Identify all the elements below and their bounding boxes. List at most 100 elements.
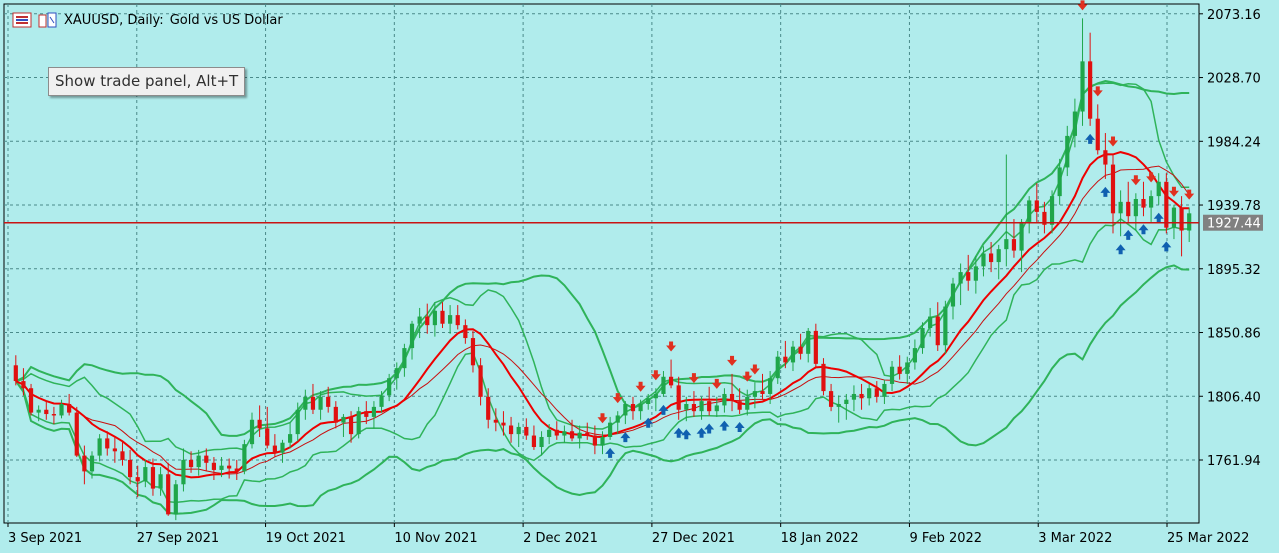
candle-body [242,444,247,472]
candle-body [120,451,125,460]
candle-body [638,404,643,412]
y-tick-label: 1984.24 [1207,135,1261,150]
candle-body [790,346,796,363]
y-tick-label: 2073.16 [1207,8,1261,23]
candle-body [905,362,910,374]
candle-body [1019,221,1024,251]
candle-body [478,365,483,397]
candle-body [425,316,430,326]
candle-body [768,378,773,394]
candle-body [828,391,834,407]
candle-body [28,388,34,413]
candle-body [867,388,872,399]
candle-body [112,448,117,452]
candle-body [920,328,925,349]
candle-body [1103,150,1108,165]
candle-body [707,401,712,412]
candle-body [676,385,681,410]
candle-body [318,396,323,410]
y-tick-label: 1850.86 [1207,327,1261,342]
candle-body [806,330,811,354]
candle-body [996,249,1001,263]
candle-body [387,378,392,396]
candle-body [364,411,369,417]
x-tick-label: 27 Dec 2021 [652,531,735,546]
candle-body [211,462,217,470]
candle-body [135,477,140,482]
candle-body [859,393,864,399]
candle-body [630,404,636,412]
candle-body [646,398,651,405]
candle-body [288,434,293,443]
candle-body [196,455,201,468]
candle-body [821,363,826,392]
candle-body [1004,239,1009,250]
candle-body [257,419,262,429]
menu-list-icon[interactable] [12,12,32,28]
candle-body [74,412,79,456]
candle-body [798,346,803,354]
candle-body [173,484,178,515]
candle-body [44,409,49,415]
y-tick-label: 1939.78 [1207,199,1261,214]
candle-body [1072,111,1077,136]
candle-body [51,414,57,416]
candle-body [379,395,384,407]
x-tick-label: 10 Nov 2021 [394,531,477,546]
candle-body [661,376,666,394]
candle-body [912,348,917,363]
candle-body [775,356,780,379]
candle-body [531,435,537,448]
candle-body [836,404,841,407]
y-tick-label: 1761.94 [1207,454,1261,469]
x-tick-label: 3 Sep 2021 [8,531,82,546]
candle-body [653,393,658,399]
candle-body [714,405,719,412]
candle-body [493,419,498,423]
chart-window-icon[interactable] [38,12,58,28]
candle-body [585,432,590,436]
candle-body [1095,118,1100,151]
candle-body [1156,181,1161,197]
candle-body [333,406,338,423]
candle-body [600,436,605,446]
candle-body [973,266,978,281]
candle-body [303,396,308,410]
candle-body [417,316,422,324]
candle-body [348,416,354,435]
candle-body [501,422,506,426]
x-tick-label: 18 Jan 2022 [781,531,859,546]
candle-body [143,467,148,482]
candle-body [1171,207,1177,228]
candle-body [97,438,102,456]
candle-body [745,396,750,410]
candle-body [150,467,156,489]
candle-body [13,365,18,382]
symbol-title: XAUUSD, Daily: [64,12,164,28]
candle-body [988,253,994,263]
candle-body [82,455,87,472]
candle-body [943,306,948,346]
candle-body [409,323,415,349]
candle-body [1126,201,1131,217]
candle-body [59,404,64,416]
candle-body [158,474,163,489]
candle-body [1065,135,1070,168]
candle-body [486,396,491,420]
candle-body [935,316,940,346]
candle-body [1187,213,1192,231]
candle-body [21,381,26,389]
candle-body [310,396,316,410]
candle-body [508,425,514,435]
candle-body [729,393,735,402]
candle-body [219,465,224,470]
candle-body [691,404,697,412]
candle-body [897,366,902,374]
y-tick-label: 2028.70 [1207,72,1261,87]
candle-body [356,411,361,435]
candle-body [280,442,285,453]
candle-body [371,406,377,417]
y-tick-label: 1895.32 [1207,263,1261,278]
candle-body [569,431,575,439]
symbol-description: Gold vs US Dollar [169,12,283,28]
